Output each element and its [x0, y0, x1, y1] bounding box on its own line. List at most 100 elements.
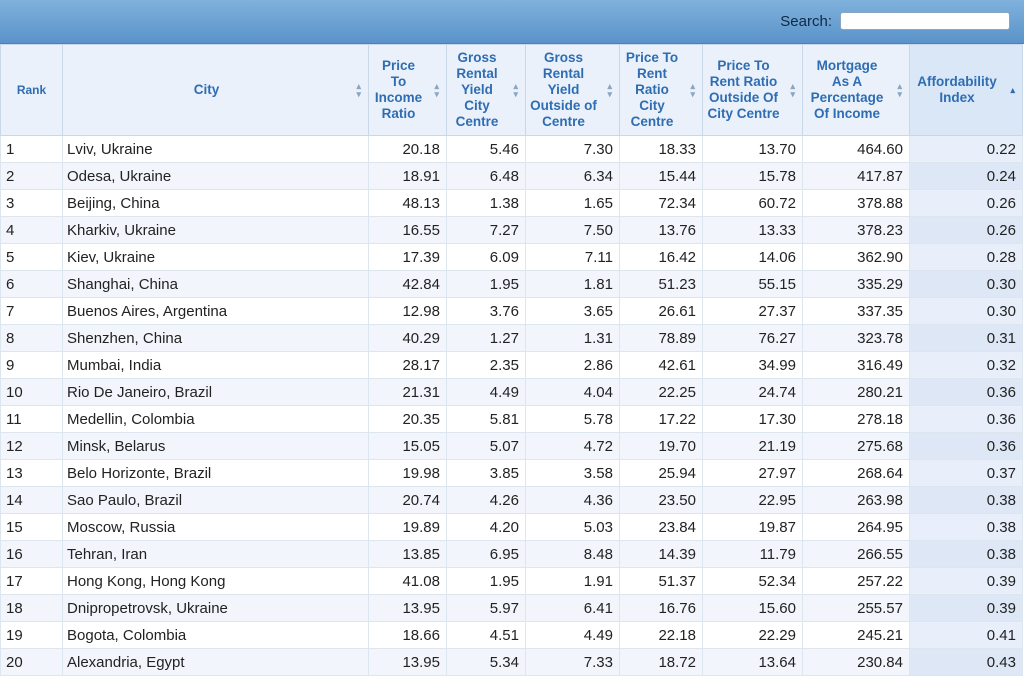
- affordability-index-cell: 0.26: [909, 216, 1023, 244]
- price-to-income-cell: 21.31: [368, 378, 447, 406]
- city-cell: Kharkiv, Ukraine: [62, 216, 369, 244]
- table-row: 3 Beijing, China 48.13 1.38 1.65 72.34 60.72 37…: [0, 189, 1023, 217]
- rank-cell: 16: [0, 540, 63, 568]
- mortgage-percentage-cell: 464.60: [802, 135, 910, 163]
- price-to-income-cell: 17.39: [368, 243, 447, 271]
- column-header-gross-yield-centre[interactable]: Gross Rental Yield City Centre ▴ ▾: [446, 44, 526, 136]
- rank-cell: 8: [0, 324, 63, 352]
- city-cell: Tehran, Iran: [62, 540, 369, 568]
- table-row: 15 Moscow, Russia 19.89 4.20 5.03 23.84 19.87 2…: [0, 513, 1023, 541]
- price-to-rent-outside-cell: 19.87: [702, 513, 803, 541]
- price-to-rent-outside-cell: 15.60: [702, 594, 803, 622]
- column-header-price-to-rent-centre[interactable]: Price To Rent Ratio City Centre ▴ ▾: [619, 44, 703, 136]
- gross-yield-centre-cell: 5.81: [446, 405, 526, 433]
- rank-cell: 5: [0, 243, 63, 271]
- price-to-rent-outside-cell: 60.72: [702, 189, 803, 217]
- price-to-income-cell: 28.17: [368, 351, 447, 379]
- column-header-price-to-income[interactable]: Price To Income Ratio ▴ ▾: [368, 44, 447, 136]
- affordability-index-cell: 0.36: [909, 405, 1023, 433]
- price-to-income-cell: 19.89: [368, 513, 447, 541]
- city-cell: Sao Paulo, Brazil: [62, 486, 369, 514]
- rank-cell: 15: [0, 513, 63, 541]
- column-header-price-to-rent-outside[interactable]: Price To Rent Ratio Outside Of City Cent…: [702, 44, 803, 136]
- gross-yield-centre-cell: 4.20: [446, 513, 526, 541]
- price-to-income-cell: 20.18: [368, 135, 447, 163]
- price-to-rent-outside-cell: 24.74: [702, 378, 803, 406]
- affordability-index-cell: 0.22: [909, 135, 1023, 163]
- gross-yield-centre-cell: 3.76: [446, 297, 526, 325]
- price-to-rent-outside-cell: 22.29: [702, 621, 803, 649]
- price-to-income-cell: 40.29: [368, 324, 447, 352]
- price-to-rent-centre-cell: 23.50: [619, 486, 703, 514]
- affordability-index-cell: 0.24: [909, 162, 1023, 190]
- price-to-rent-outside-cell: 14.06: [702, 243, 803, 271]
- rank-cell: 11: [0, 405, 63, 433]
- column-header-city[interactable]: City ▴ ▾: [62, 44, 369, 136]
- city-cell: Hong Kong, Hong Kong: [62, 567, 369, 595]
- affordability-index-cell: 0.37: [909, 459, 1023, 487]
- gross-yield-outside-cell: 3.58: [525, 459, 620, 487]
- column-header-rank[interactable]: Rank: [0, 44, 63, 136]
- table-row: 19 Bogota, Colombia 18.66 4.51 4.49 22.18 22.2…: [0, 621, 1023, 649]
- price-to-rent-outside-cell: 13.70: [702, 135, 803, 163]
- price-to-rent-centre-cell: 25.94: [619, 459, 703, 487]
- rank-cell: 3: [0, 189, 63, 217]
- mortgage-percentage-cell: 255.57: [802, 594, 910, 622]
- table-row: 8 Shenzhen, China 40.29 1.27 1.31 78.89 76.27 3…: [0, 324, 1023, 352]
- table-header: Rank City ▴ ▾ Price To Income Ratio ▴ ▾ Gros…: [0, 44, 1023, 136]
- table-row: 16 Tehran, Iran 13.85 6.95 8.48 14.39 11.79 266…: [0, 540, 1023, 568]
- table-row: 13 Belo Horizonte, Brazil 19.98 3.85 3.58 25.…: [0, 459, 1023, 487]
- search-bar: Search:: [0, 0, 1024, 44]
- gross-yield-centre-cell: 7.27: [446, 216, 526, 244]
- mortgage-percentage-cell: 264.95: [802, 513, 910, 541]
- gross-yield-outside-cell: 1.31: [525, 324, 620, 352]
- search-input[interactable]: [840, 12, 1010, 30]
- column-header-affordability-index[interactable]: Affordability Index ▴: [909, 44, 1023, 136]
- gross-yield-outside-cell: 7.33: [525, 648, 620, 676]
- gross-yield-centre-cell: 5.97: [446, 594, 526, 622]
- mortgage-percentage-cell: 257.22: [802, 567, 910, 595]
- mortgage-percentage-cell: 335.29: [802, 270, 910, 298]
- gross-yield-centre-cell: 4.51: [446, 621, 526, 649]
- price-to-rent-outside-cell: 11.79: [702, 540, 803, 568]
- mortgage-percentage-cell: 275.68: [802, 432, 910, 460]
- city-cell: Shanghai, China: [62, 270, 369, 298]
- mortgage-percentage-cell: 417.87: [802, 162, 910, 190]
- city-cell: Alexandria, Egypt: [62, 648, 369, 676]
- affordability-index-cell: 0.36: [909, 378, 1023, 406]
- gross-yield-outside-cell: 3.65: [525, 297, 620, 325]
- affordability-index-cell: 0.43: [909, 648, 1023, 676]
- column-header-gross-yield-outside[interactable]: Gross Rental Yield Outside of Centre ▴ ▾: [525, 44, 620, 136]
- price-to-rent-outside-cell: 21.19: [702, 432, 803, 460]
- table-row: 2 Odesa, Ukraine 18.91 6.48 6.34 15.44 15.78 41…: [0, 162, 1023, 190]
- mortgage-percentage-cell: 362.90: [802, 243, 910, 271]
- price-to-rent-centre-cell: 51.23: [619, 270, 703, 298]
- rank-cell: 9: [0, 351, 63, 379]
- table-row: 17 Hong Kong, Hong Kong 41.08 1.95 1.91 51.37…: [0, 567, 1023, 595]
- column-header-label: Mortgage As A Percentage Of Income: [810, 58, 884, 121]
- table-row: 6 Shanghai, China 42.84 1.95 1.81 51.23 55.15 3…: [0, 270, 1023, 298]
- affordability-index-cell: 0.30: [909, 297, 1023, 325]
- price-to-rent-centre-cell: 18.72: [619, 648, 703, 676]
- header-row: Rank City ▴ ▾ Price To Income Ratio ▴ ▾ Gros…: [0, 44, 1023, 136]
- price-to-income-cell: 41.08: [368, 567, 447, 595]
- price-to-rent-centre-cell: 26.61: [619, 297, 703, 325]
- gross-yield-centre-cell: 4.26: [446, 486, 526, 514]
- price-to-income-cell: 18.91: [368, 162, 447, 190]
- affordability-index-cell: 0.38: [909, 513, 1023, 541]
- price-to-income-cell: 20.74: [368, 486, 447, 514]
- price-to-rent-centre-cell: 22.18: [619, 621, 703, 649]
- mortgage-percentage-cell: 268.64: [802, 459, 910, 487]
- mortgage-percentage-cell: 280.21: [802, 378, 910, 406]
- mortgage-percentage-cell: 278.18: [802, 405, 910, 433]
- affordability-index-cell: 0.26: [909, 189, 1023, 217]
- sort-arrows-icon: ▴ ▾: [790, 81, 795, 99]
- mortgage-percentage-cell: 316.49: [802, 351, 910, 379]
- affordability-index-cell: 0.38: [909, 486, 1023, 514]
- city-cell: Beijing, China: [62, 189, 369, 217]
- mortgage-percentage-cell: 230.84: [802, 648, 910, 676]
- price-to-rent-outside-cell: 13.64: [702, 648, 803, 676]
- column-header-mortgage-percentage[interactable]: Mortgage As A Percentage Of Income ▴ ▾: [802, 44, 910, 136]
- city-cell: Bogota, Colombia: [62, 621, 369, 649]
- city-cell: Dnipropetrovsk, Ukraine: [62, 594, 369, 622]
